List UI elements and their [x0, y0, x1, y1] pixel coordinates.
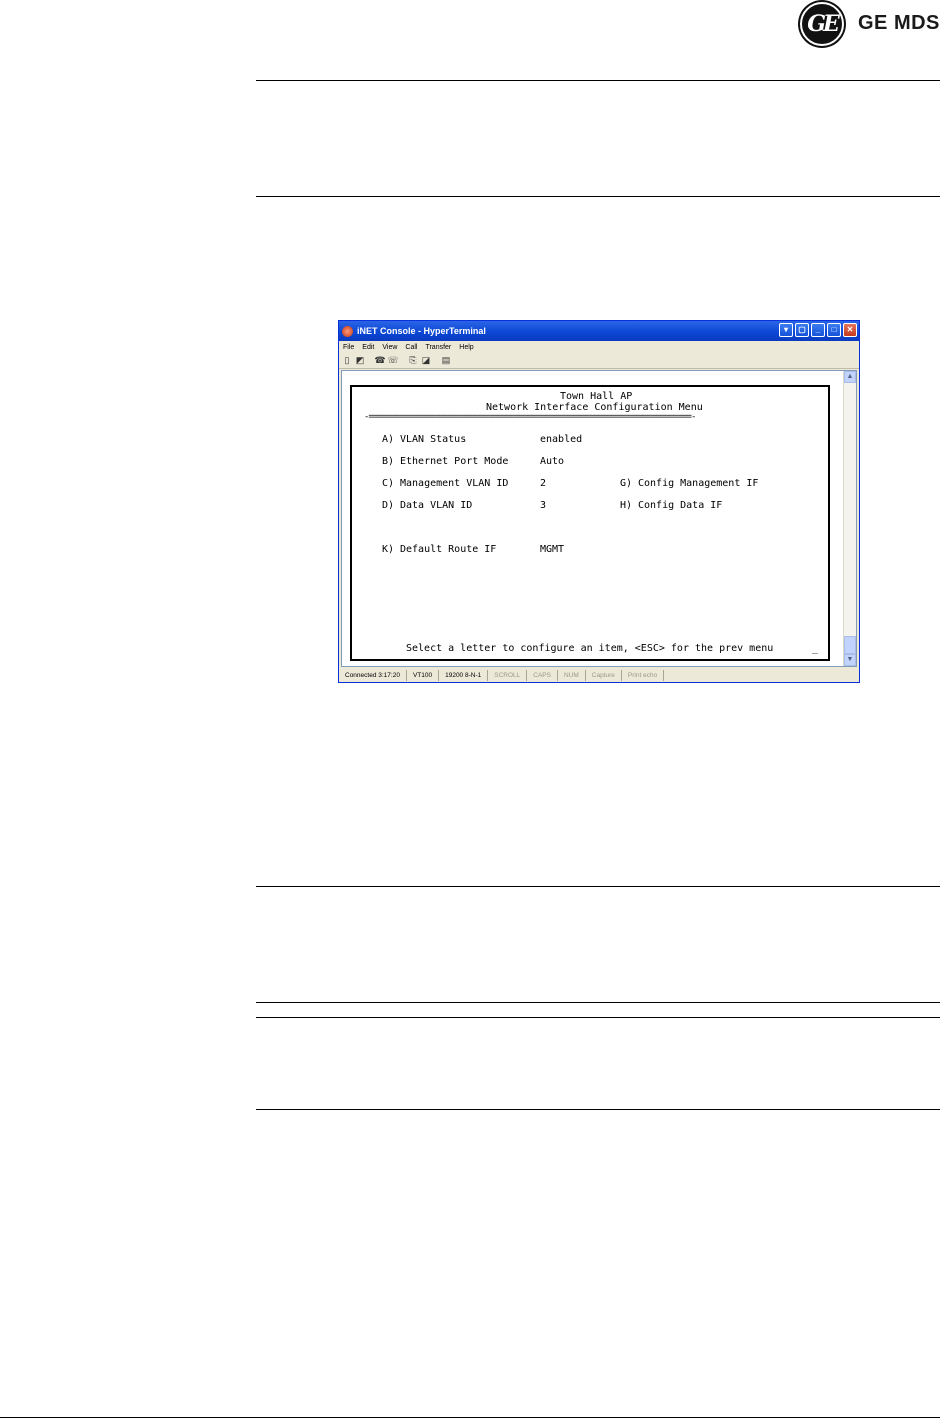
receive-icon[interactable]: ◪	[421, 355, 431, 366]
menu-call[interactable]: Call	[405, 344, 417, 351]
terminal-cursor: _	[812, 643, 819, 654]
ge-mds-logo: GE GE MDS	[798, 0, 940, 50]
item-label-management-vlan-id: Management VLAN ID	[400, 478, 509, 489]
note-rule-top	[256, 886, 940, 887]
menu-view[interactable]: View	[382, 344, 397, 351]
status-cell: Print echo	[622, 669, 665, 681]
item-label-ethernet-port-mode: Ethernet Port Mode	[400, 456, 509, 467]
disconnect-icon[interactable]: ☏	[387, 355, 398, 366]
note2-rule-bottom	[256, 1109, 940, 1110]
terminal-screen: Town Hall AP Network Interface Configura…	[350, 385, 830, 661]
new-icon[interactable]: ▯	[342, 355, 352, 366]
item-key-b[interactable]: B)	[382, 456, 394, 467]
status-cell: SCROLL	[488, 669, 528, 681]
item-key-k[interactable]: K)	[382, 544, 394, 555]
item-key-d[interactable]: D)	[382, 500, 394, 511]
status-cell: VT100	[407, 669, 440, 681]
maximize-button[interactable]: □	[827, 323, 841, 337]
vertical-scrollbar[interactable]: ▲ ▼	[843, 371, 856, 666]
item-label-vlan-status: VLAN Status	[400, 434, 467, 445]
connect-icon[interactable]: ☎	[374, 355, 385, 366]
item-label-config-data-if: Config Data IF	[638, 500, 723, 511]
note-rule-bottom	[256, 1002, 940, 1003]
status-cell: NUM	[558, 669, 586, 681]
header-rule-bottom	[256, 196, 940, 197]
device-name: Town Hall AP	[560, 391, 633, 402]
send-icon[interactable]: ⎘	[408, 355, 418, 366]
window-titlebar[interactable]: iNET Console - HyperTerminal ▾ ▢ _ □ ✕	[339, 321, 859, 341]
status-cell: 19200 8-N-1	[439, 669, 489, 681]
menu-file[interactable]: File	[343, 344, 354, 351]
scroll-thumb[interactable]	[844, 636, 856, 654]
help-context-button[interactable]: ▾	[779, 323, 793, 337]
window-title: iNET Console - HyperTerminal	[357, 326, 486, 336]
terminal-area[interactable]: Town Hall AP Network Interface Configura…	[341, 370, 857, 667]
close-button[interactable]: ✕	[843, 323, 857, 337]
item-label-data-vlan-id: Data VLAN ID	[400, 500, 473, 511]
item-value-vlan-status: enabled	[540, 434, 583, 445]
status-cell: CAPS	[527, 669, 558, 681]
menu-prompt: Select a letter to configure an item, <E…	[406, 643, 774, 654]
hyperterminal-icon	[342, 325, 353, 337]
hyperterminal-window: iNET Console - HyperTerminal ▾ ▢ _ □ ✕ F…	[338, 320, 860, 683]
footer-rule	[0, 1417, 940, 1418]
item-label-config-management-if: Config Management IF	[638, 478, 759, 489]
item-key-c[interactable]: C)	[382, 478, 394, 489]
minimize-button[interactable]: _	[811, 323, 825, 337]
status-bar: Connected 3:17:20 VT100 19200 8-N-1 SCROLL C…	[339, 668, 859, 682]
menu-separator: -=======================================…	[364, 412, 696, 422]
menu-transfer[interactable]: Transfer	[425, 344, 451, 351]
item-key-g[interactable]: G)	[620, 478, 632, 489]
scroll-up-icon[interactable]: ▲	[844, 371, 856, 383]
open-icon[interactable]: ◩	[355, 355, 365, 366]
toolbar: ▯ ◩ ☎ ☏ ⎘ ◪ ▤	[339, 353, 859, 369]
status-cell: Connected 3:17:20	[339, 669, 407, 681]
item-label-default-route-if: Default Route IF	[400, 544, 497, 555]
item-value-default-route-if: MGMT	[540, 544, 565, 555]
menu-help[interactable]: Help	[459, 344, 473, 351]
window-controls: ▾ ▢ _ □ ✕	[779, 323, 857, 337]
scroll-down-icon[interactable]: ▼	[844, 654, 856, 666]
menu-edit[interactable]: Edit	[362, 344, 374, 351]
note2-rule-top	[256, 1017, 940, 1018]
brand-text: GE MDS	[858, 12, 940, 34]
status-cell: Capture	[586, 669, 622, 681]
item-value-management-vlan-id: 2	[540, 478, 547, 489]
item-key-a[interactable]: A)	[382, 434, 394, 445]
menu-bar: File Edit View Call Transfer Help	[339, 341, 859, 353]
item-value-data-vlan-id: 3	[540, 500, 547, 511]
restore-alt-button[interactable]: ▢	[795, 323, 809, 337]
item-key-h[interactable]: H)	[620, 500, 632, 511]
properties-icon[interactable]: ▤	[441, 355, 451, 366]
ge-seal-icon: GE	[798, 0, 846, 48]
header-rule-top	[256, 80, 940, 81]
item-value-ethernet-port-mode: Auto	[540, 456, 565, 467]
